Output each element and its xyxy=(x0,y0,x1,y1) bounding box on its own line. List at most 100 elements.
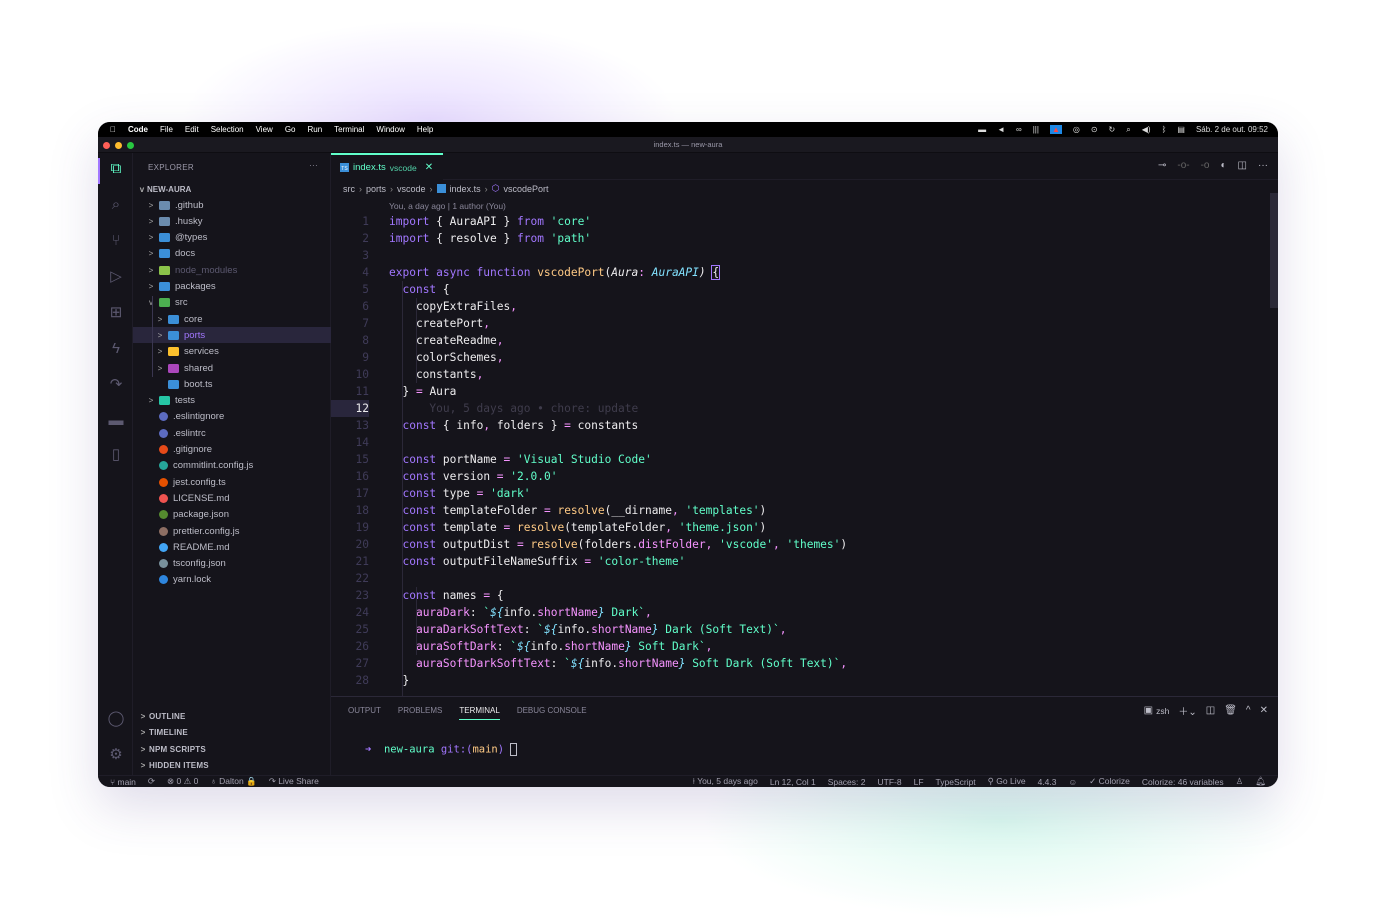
tree-item[interactable]: tsconfig.json xyxy=(133,556,331,572)
tree-item[interactable]: .eslintignore xyxy=(133,409,331,425)
live-share-status[interactable]: ↷ Live Share xyxy=(269,776,319,787)
sync-icon[interactable]: ↻ xyxy=(1109,125,1116,134)
next-change-icon[interactable]: -o xyxy=(1201,160,1210,171)
menu-go[interactable]: Go xyxy=(285,125,296,134)
docker-icon[interactable]: ▬ xyxy=(978,125,986,134)
breadcrumb-item[interactable]: index.ts xyxy=(450,184,481,194)
sync-icon[interactable]: ⟳ xyxy=(148,776,155,787)
tree-item[interactable]: > core xyxy=(133,311,331,327)
split-terminal-icon[interactable]: ◫ xyxy=(1206,705,1215,716)
breadcrumb-item[interactable]: src xyxy=(343,184,355,194)
tree-item[interactable]: > shared xyxy=(133,360,331,376)
zoom-button[interactable] xyxy=(127,142,134,149)
tree-item[interactable]: > docs xyxy=(133,246,331,262)
app-icon[interactable]: ▲ xyxy=(1049,125,1062,134)
shell-name[interactable]: zsh xyxy=(1156,706,1169,716)
tree-item[interactable]: commitlint.config.js xyxy=(133,458,331,474)
scrollbar-thumb[interactable] xyxy=(1270,193,1278,308)
search-icon[interactable]: ⌕ xyxy=(106,195,126,215)
menu-file[interactable]: File xyxy=(160,125,173,134)
tab-index-ts[interactable]: TS index.ts vscode ✕ xyxy=(331,153,444,180)
colorize-status[interactable]: ✓ Colorize xyxy=(1089,776,1130,787)
section-hidden-items[interactable]: > HIDDEN ITEMS xyxy=(133,757,331,773)
breadcrumb-item[interactable]: vscode xyxy=(397,184,426,194)
lightning-icon[interactable]: ϟ xyxy=(106,339,126,359)
menu-edit[interactable]: Edit xyxy=(185,125,199,134)
notifications-bell-icon[interactable]: 🔔︎ xyxy=(1255,776,1266,787)
maximize-panel-icon[interactable]: ^ xyxy=(1246,705,1251,716)
menu-view[interactable]: View xyxy=(256,125,273,134)
close-tab-icon[interactable]: ✕ xyxy=(425,162,433,173)
split-editor-icon[interactable]: ◫ xyxy=(1238,160,1247,171)
section-outline[interactable]: > OUTLINE xyxy=(133,708,331,724)
more-actions-icon[interactable]: ··· xyxy=(309,161,318,170)
control-center-icon[interactable]: ▤ xyxy=(1177,125,1185,134)
tree-item[interactable]: > ports xyxy=(133,327,331,344)
search-icon[interactable]: ⌕ xyxy=(1126,125,1130,135)
tree-item[interactable]: > .github xyxy=(133,197,331,213)
new-terminal-icon[interactable]: ＋⌄ xyxy=(1178,703,1196,718)
source-control-icon[interactable]: ⑂ xyxy=(106,231,126,251)
docker-icon[interactable]: ▬ xyxy=(106,411,126,431)
cursor-position[interactable]: Ln 12, Col 1 xyxy=(770,777,816,787)
user-status[interactable]: ♁ Dalton 🔒 xyxy=(210,776,256,787)
branch-status[interactable]: ⑂ main xyxy=(110,777,136,787)
ts-version[interactable]: 4.4.3 xyxy=(1038,777,1057,787)
airmail-icon[interactable]: ◄ xyxy=(997,125,1005,134)
menu-app[interactable]: Code xyxy=(128,125,148,134)
language-mode[interactable]: TypeScript xyxy=(936,777,976,787)
tree-item[interactable]: > node_modules xyxy=(133,262,331,278)
minimize-button[interactable] xyxy=(115,142,122,149)
creative-cloud-icon[interactable]: ◎ xyxy=(1073,125,1080,134)
go-live-status[interactable]: ⚲ Go Live xyxy=(988,776,1026,787)
menu-selection[interactable]: Selection xyxy=(211,125,244,134)
audio-icon[interactable]: ||| xyxy=(1033,125,1039,134)
clock[interactable]: Sáb. 2 de out. 09:52 xyxy=(1196,125,1268,134)
live-share-icon[interactable]: ↷ xyxy=(106,375,126,395)
tree-item[interactable]: README.md xyxy=(133,539,331,555)
copilot-icon[interactable]: ☺ xyxy=(1068,777,1077,787)
section-timeline[interactable]: > TIMELINE xyxy=(133,724,331,740)
tree-item[interactable]: > @types xyxy=(133,230,331,246)
run-debug-icon[interactable]: ▷ xyxy=(106,267,126,287)
end-of-line[interactable]: LF xyxy=(914,777,924,787)
git-compare-icon[interactable]: ⊸ xyxy=(1158,160,1166,171)
tree-item[interactable]: > packages xyxy=(133,279,331,295)
terminal-icon[interactable]: ▣ xyxy=(1144,705,1153,716)
menu-window[interactable]: Window xyxy=(376,125,404,134)
trash-icon[interactable]: 🗑 xyxy=(1224,705,1237,716)
blame-status[interactable]: ⍿ You, 5 days ago xyxy=(693,776,758,787)
tree-item[interactable]: LICENSE.md xyxy=(133,490,331,506)
tree-item[interactable]: boot.ts xyxy=(133,376,331,392)
workspace-root[interactable]: v NEW-AURA xyxy=(133,181,331,197)
extensions-icon[interactable]: ⊞ xyxy=(106,303,126,323)
tree-item[interactable]: package.json xyxy=(133,507,331,523)
menu-run[interactable]: Run xyxy=(307,125,322,134)
tree-item[interactable]: yarn.lock xyxy=(133,572,331,588)
breadcrumb-item[interactable]: ports xyxy=(366,184,386,194)
tab-output[interactable]: OUTPUT xyxy=(348,706,381,715)
problems-status[interactable]: ⊗ 0 ⚠ 0 xyxy=(167,776,198,787)
tree-item[interactable]: .eslintrc xyxy=(133,425,331,441)
volume-icon[interactable]: ◀) xyxy=(1142,125,1151,134)
tree-item[interactable]: > services xyxy=(133,344,331,360)
close-panel-icon[interactable]: ✕ xyxy=(1260,705,1268,716)
tree-item[interactable]: jest.config.ts xyxy=(133,474,331,490)
previous-change-icon[interactable]: -o- xyxy=(1177,160,1189,171)
play-icon[interactable]: ⊙ xyxy=(1091,125,1098,134)
menu-help[interactable]: Help xyxy=(417,125,433,134)
close-button[interactable] xyxy=(103,142,110,149)
explorer-icon[interactable]: ⧉ xyxy=(106,159,126,179)
tree-item[interactable]: > .husky xyxy=(133,213,331,229)
feedback-icon[interactable]: ♙ xyxy=(1236,776,1244,787)
colorize-variables[interactable]: Colorize: 46 variables xyxy=(1142,777,1224,787)
menu-terminal[interactable]: Terminal xyxy=(334,125,364,134)
account-icon[interactable]: ◯ xyxy=(106,709,126,729)
settings-gear-icon[interactable]: ⚙ xyxy=(106,745,126,765)
tab-terminal[interactable]: TERMINAL xyxy=(459,706,500,720)
encoding[interactable]: UTF-8 xyxy=(878,777,902,787)
codelens-blame[interactable]: You, a day ago | 1 author (You) xyxy=(389,201,506,211)
notebook-icon[interactable]: ▯ xyxy=(106,445,126,465)
terminal-output[interactable]: ➜ new-aura git:(main) xyxy=(346,731,518,768)
tree-item[interactable]: prettier.config.js xyxy=(133,523,331,539)
